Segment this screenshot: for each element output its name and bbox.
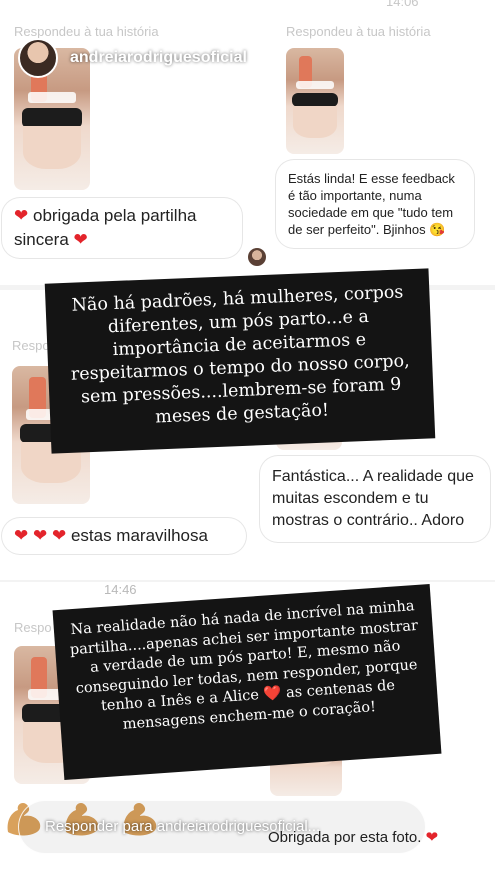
avatar[interactable] bbox=[18, 38, 58, 78]
story-progress-segment bbox=[366, 17, 476, 20]
story-viewer[interactable]: Respondeu à tua história Respondeu à tua… bbox=[0, 0, 495, 872]
story-progress-segment bbox=[250, 17, 362, 20]
reply-input[interactable]: Responder para andreiarodriguesoficial..… bbox=[18, 800, 426, 854]
story-progress-segment bbox=[18, 17, 130, 20]
time-ago: 4 h bbox=[264, 49, 287, 66]
story-progress-segment bbox=[134, 17, 246, 20]
more-icon[interactable] bbox=[436, 44, 466, 73]
send-icon[interactable] bbox=[434, 812, 466, 845]
replied-label: Respo bbox=[12, 338, 50, 353]
message-timestamp: 14:46 bbox=[104, 582, 137, 597]
replied-label: Respo bbox=[14, 620, 52, 635]
heart-icon: ❤ bbox=[14, 526, 29, 545]
message-bubble: Estás linda! E esse feedback é tão impor… bbox=[276, 160, 474, 248]
heart-icon: ❤ bbox=[51, 526, 67, 545]
message-text: estas maravilhosa bbox=[70, 526, 208, 545]
message-bubble: ❤ ❤ ❤ estas maravilhosa bbox=[2, 518, 246, 554]
heart-icon: ❤ bbox=[14, 206, 29, 225]
message-bubble: Fantástica... A realidade que muitas esc… bbox=[260, 456, 490, 542]
background-time: 14:06 bbox=[386, 0, 419, 9]
username[interactable]: andreiarodriguesoficial bbox=[70, 49, 247, 67]
mute-icon[interactable] bbox=[402, 44, 428, 73]
message-text: Estás linda! E esse feedback é tão impor… bbox=[288, 171, 455, 237]
heart-icon: ❤ bbox=[32, 526, 48, 545]
avatar bbox=[248, 248, 266, 266]
story-text-overlay: Não há padrões, há mulheres, corpos dife… bbox=[44, 268, 436, 454]
reply-placeholder: Responder para andreiarodriguesoficial..… bbox=[45, 818, 321, 835]
pause-icon[interactable] bbox=[376, 44, 392, 73]
heart-icon: ❤ bbox=[73, 230, 88, 249]
overlay-text: Na realidade não há nada de incrível na … bbox=[69, 598, 419, 733]
overlay-text: Não há padrões, há mulheres, corpos dife… bbox=[70, 282, 410, 428]
message-bubble: ❤ obrigada pela partilha sincera ❤ bbox=[2, 198, 242, 258]
story-header: andreiarodriguesoficial 4 h bbox=[0, 24, 495, 84]
story-text-overlay: Na realidade não há nada de incrível na … bbox=[52, 584, 442, 780]
message-text: Fantástica... A realidade que muitas esc… bbox=[272, 468, 474, 529]
message-text: obrigada pela partilha sincera bbox=[14, 206, 197, 249]
